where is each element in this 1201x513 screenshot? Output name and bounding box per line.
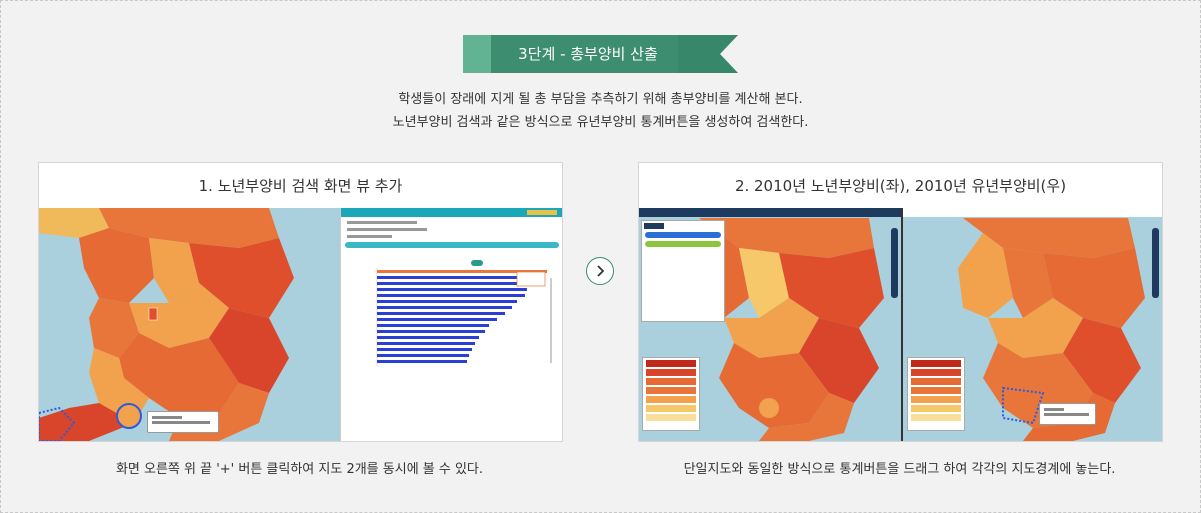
step-ribbon: 3단계 - 총부양비 산출 bbox=[463, 35, 738, 73]
screenshot-dual-map bbox=[639, 208, 1162, 441]
map-legend-left bbox=[642, 357, 700, 431]
step-title: 3단계 - 총부양비 산출 bbox=[518, 45, 658, 63]
stats-button-list bbox=[641, 220, 725, 322]
description-line-2: 노년부양비 검색과 같은 방식으로 유년부양비 통계버튼을 생성하여 검색한다. bbox=[392, 115, 809, 130]
card-title: 1. 노년부양비 검색 화면 뷰 추가 bbox=[198, 177, 403, 195]
stats-button-elderly[interactable] bbox=[645, 232, 721, 238]
choropleth-map bbox=[39, 208, 340, 441]
panel-section-bar bbox=[345, 242, 559, 248]
zoom-controls-right[interactable] bbox=[1152, 228, 1159, 298]
stats-panel bbox=[340, 208, 562, 441]
card-dual-map: 2. 2010년 노년부양비(좌), 2010년 유년부양비(우) bbox=[638, 162, 1163, 442]
card-map-view-add: 1. 노년부양비 검색 화면 뷰 추가 bbox=[38, 162, 563, 442]
bar-chart bbox=[376, 268, 552, 366]
zoom-controls-left[interactable] bbox=[891, 228, 898, 298]
panel-header bbox=[341, 208, 562, 217]
screenshot-single-map bbox=[39, 208, 562, 441]
stats-button-youth[interactable] bbox=[645, 241, 721, 247]
region-tooltip-right bbox=[1039, 403, 1096, 425]
card-caption: 화면 오른쪽 위 끝 '+' 버튼 클릭하여 지도 2개를 동시에 볼 수 있다… bbox=[115, 462, 484, 477]
map-legend-right bbox=[907, 357, 965, 431]
description-line-1: 학생들이 장래에 지게 될 총 부담을 추측하기 위해 총부양비를 계산해 본다… bbox=[398, 92, 803, 107]
chevron-right-icon bbox=[597, 265, 605, 277]
next-button[interactable] bbox=[586, 257, 614, 285]
card-caption: 단일지도와 동일한 방식으로 통계버튼을 드래그 하여 각각의 지도경계에 놓는… bbox=[683, 462, 1116, 477]
panel-info bbox=[347, 221, 557, 238]
region-tooltip bbox=[147, 411, 219, 433]
card-title: 2. 2010년 노년부양비(좌), 2010년 유년부양비(우) bbox=[734, 177, 1067, 195]
toggle-switch[interactable] bbox=[471, 260, 483, 266]
step-description: 학생들이 장래에 지게 될 총 부담을 추측하기 위해 총부양비를 계산해 본다… bbox=[0, 88, 1201, 134]
